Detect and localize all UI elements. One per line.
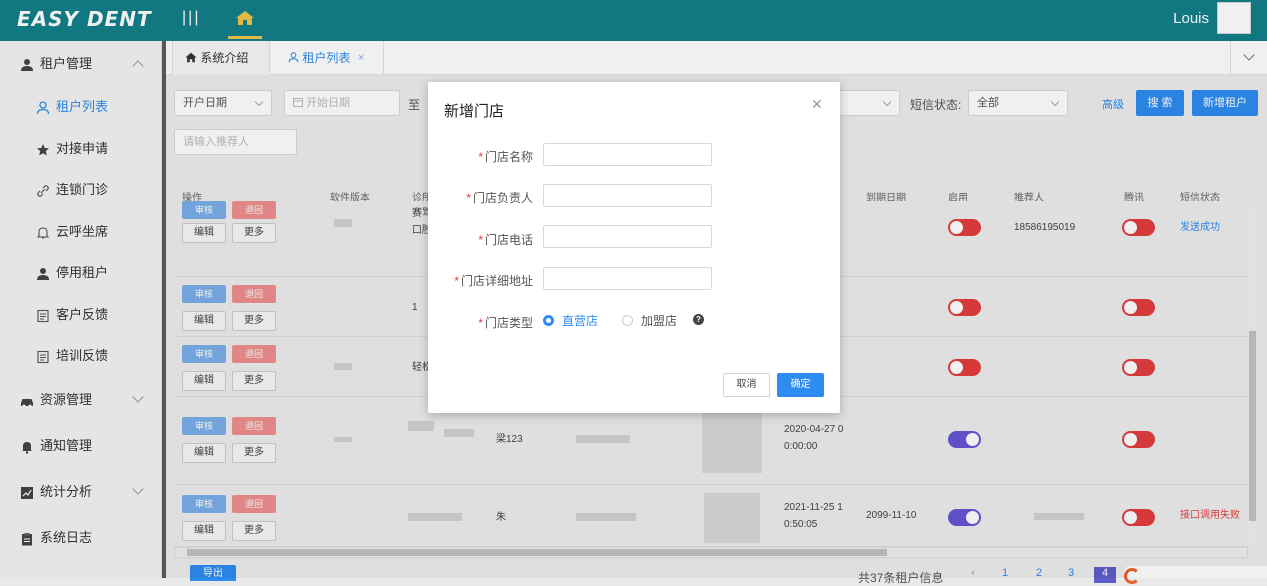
dialog-title: 新增门店 (444, 103, 505, 120)
add-store-dialog: 新增门店 ✕ * 门店名称 * 门店负责人 * 门店电话 * 门店详细地址 * 门店类型 … (428, 82, 840, 413)
cancel-button[interactable]: 取消 (723, 373, 770, 397)
store-name-label: * 门店名称 (478, 150, 533, 164)
confirm-button[interactable]: 确定 (777, 373, 824, 397)
store-phone-label: * 门店电话 (478, 233, 533, 247)
store-type-label: * 门店类型 (478, 316, 533, 330)
radio-label-franchise-store[interactable]: 加盟店 (641, 312, 677, 329)
close-icon[interactable]: ✕ (811, 96, 823, 113)
radio-direct-store[interactable] (543, 315, 554, 326)
radio-label-direct-store[interactable]: 直营店 (562, 312, 598, 329)
store-name-input[interactable] (543, 143, 712, 166)
store-address-input[interactable] (543, 267, 712, 290)
store-address-label: * 门店详细地址 (454, 274, 533, 288)
help-icon[interactable]: ? (693, 314, 704, 325)
store-phone-input[interactable] (543, 225, 712, 248)
store-manager-label: * 门店负责人 (466, 191, 533, 205)
radio-franchise-store[interactable] (622, 315, 633, 326)
store-manager-input[interactable] (543, 184, 712, 207)
